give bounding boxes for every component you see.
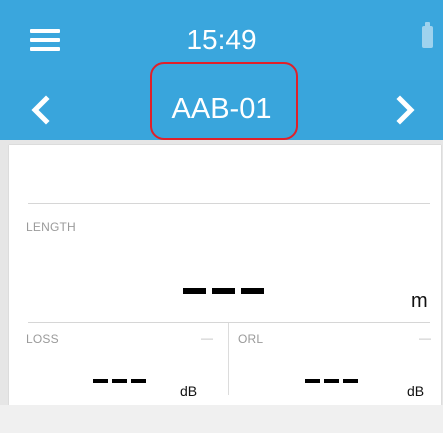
orl-unit: dB [407,383,425,399]
length-unit: m [411,290,428,312]
battery-icon [422,22,433,48]
divider [28,203,430,204]
loss-indicator: — [201,331,213,345]
bottom-bar [0,405,443,433]
orl-indicator: — [419,331,431,345]
divider [228,323,229,395]
title-highlight-annotation [150,62,298,140]
chevron-right-icon[interactable] [386,90,426,130]
loss-unit: dB [180,383,198,399]
divider [28,322,430,323]
measurement-panel: LENGTH m LOSS — dB ORL — dB [9,145,441,405]
length-label: LENGTH [26,220,76,234]
orl-label: ORL [238,332,264,346]
loss-label: LOSS [26,332,59,346]
app-screen: 15:49 AAB-01 LENGTH m LOSS — dB ORL — dB [0,0,443,433]
clock: 15:49 [186,24,257,55]
